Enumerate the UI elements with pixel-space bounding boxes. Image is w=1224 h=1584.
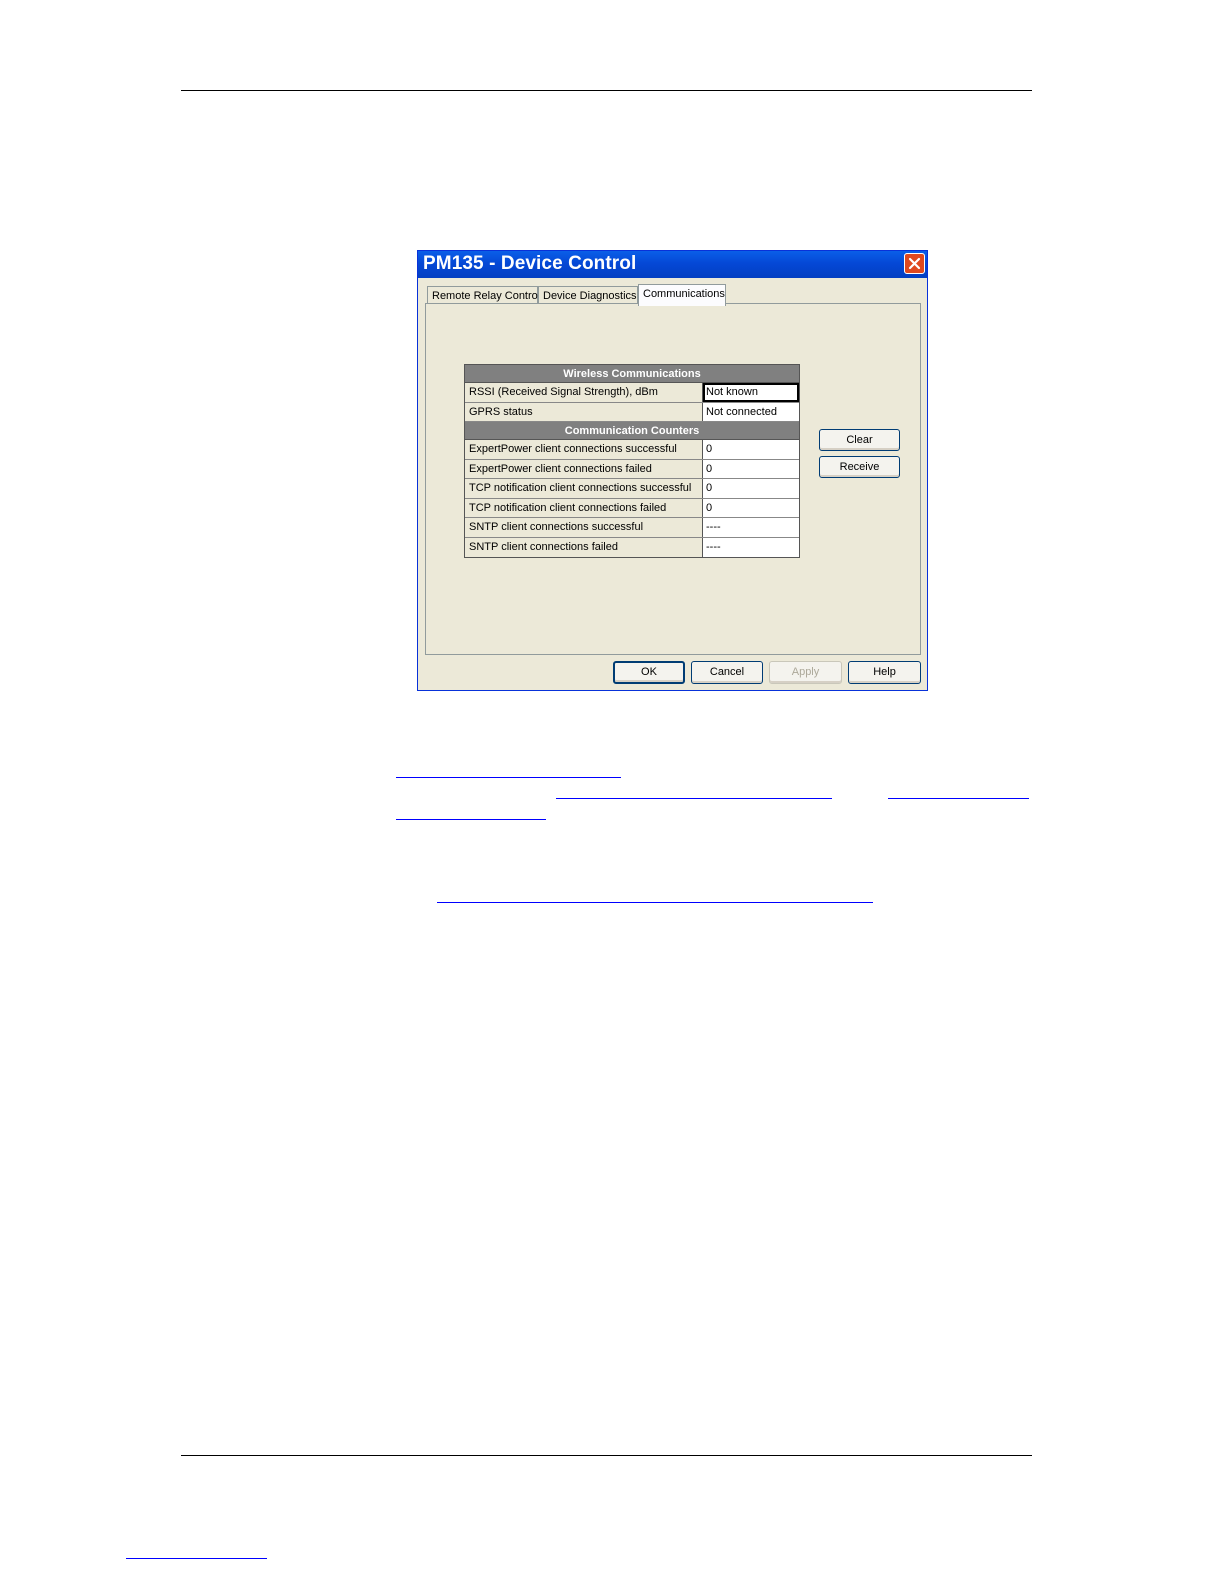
counter-value[interactable]: 0 [703,498,799,517]
table-row: GPRS status Not connected [465,402,799,422]
dialog-title: PM135 - Device Control [423,253,637,274]
receive-button[interactable]: Receive [819,456,900,478]
counter-value[interactable]: 0 [703,459,799,478]
counter-label: TCP notification client connections fail… [465,498,703,517]
counter-label: TCP notification client connections succ… [465,479,703,498]
counter-label: SNTP client connections successful [465,518,703,537]
device-control-dialog: PM135 - Device Control Remote Relay Cont… [417,250,928,691]
communications-grid: Wireless Communications RSSI (Received S… [464,364,800,558]
footer-hyperlink[interactable] [126,1558,267,1559]
tab-device-diagnostics[interactable]: Device Diagnostics [538,286,638,304]
table-row: RSSI (Received Signal Strength), dBm Not… [465,383,799,403]
close-button[interactable] [904,253,925,274]
rssi-value[interactable]: Not known [703,383,799,402]
table-row: SNTP client connections successful ---- [465,518,799,538]
tab-communications[interactable]: Communications [638,284,726,306]
tab-remote-relay-control[interactable]: Remote Relay Control [427,286,540,304]
counter-label: SNTP client connections failed [465,537,703,557]
table-row: TCP notification client connections succ… [465,479,799,499]
hyperlink[interactable] [396,819,546,820]
table-row: ExpertPower client connections successfu… [465,440,799,460]
counter-value[interactable]: 0 [703,479,799,498]
table-row: TCP notification client connections fail… [465,498,799,518]
header-rule [181,90,1032,91]
gprs-status-value[interactable]: Not connected [703,402,799,421]
table-row: ExpertPower client connections failed 0 [465,459,799,479]
clear-button[interactable]: Clear [819,429,900,451]
counter-label: ExpertPower client connections successfu… [465,440,703,459]
hyperlink[interactable] [437,902,873,903]
counter-label: ExpertPower client connections failed [465,459,703,478]
hyperlink[interactable] [396,777,621,778]
counters-section-header: Communication Counters [465,422,799,440]
gprs-status-label: GPRS status [465,402,703,421]
hyperlink[interactable] [888,798,1029,799]
hyperlink[interactable] [556,798,832,799]
help-button[interactable]: Help [848,661,921,684]
cancel-button[interactable]: Cancel [691,661,763,684]
table-row: SNTP client connections failed ---- [465,537,799,557]
ok-button[interactable]: OK [613,661,685,684]
footer-rule [181,1455,1032,1456]
counter-value[interactable]: 0 [703,440,799,459]
counter-value[interactable]: ---- [703,518,799,537]
apply-button[interactable]: Apply [769,661,842,684]
rssi-label: RSSI (Received Signal Strength), dBm [465,383,703,402]
close-icon [908,257,921,270]
title-bar[interactable]: PM135 - Device Control [418,251,927,278]
communications-panel: Wireless Communications RSSI (Received S… [425,303,921,655]
counter-value[interactable]: ---- [703,537,799,557]
wireless-section-header: Wireless Communications [465,365,799,383]
